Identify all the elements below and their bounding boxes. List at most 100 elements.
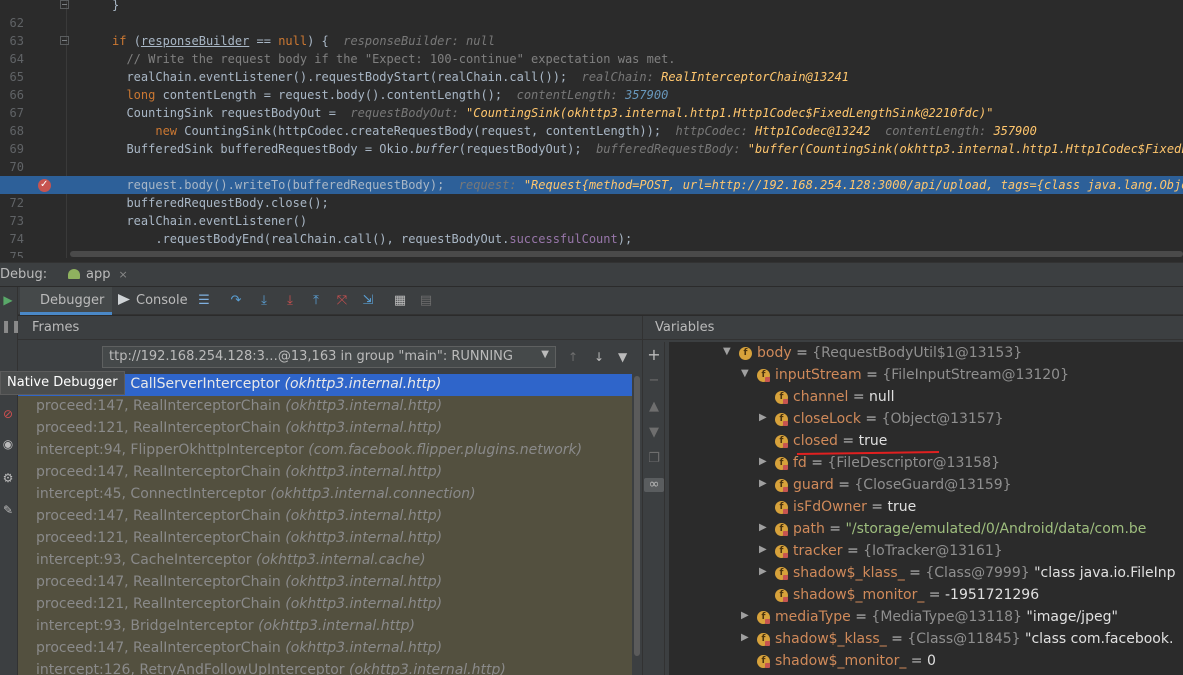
frame-item[interactable]: proceed:121, RealInterceptorChain (okhtt… xyxy=(18,528,632,550)
frame-item[interactable]: proceed:121, RealInterceptorChain (okhtt… xyxy=(18,418,632,440)
frame-item[interactable]: intercept:93, CacheInterceptor (okhttp3.… xyxy=(18,550,632,572)
mute-breakpoints-icon[interactable]: ⊘ xyxy=(1,407,15,421)
camera-icon[interactable]: ◉ xyxy=(1,437,15,451)
variable-row[interactable]: ▶ f shadow$_klass_ = {Class@7999} "class j… xyxy=(669,563,1183,585)
pause-icon[interactable]: ❚❚ xyxy=(1,319,21,333)
frame-item[interactable]: proceed:147, RealInterceptorChain (okhtt… xyxy=(18,572,632,594)
variable-row[interactable]: ▶ f path = "/storage/emulated/0/Android/da… xyxy=(669,519,1183,541)
line-number[interactable]: 64 xyxy=(0,50,24,68)
variable-row[interactable]: f isFdOwner = true xyxy=(669,497,1183,519)
code-line[interactable]: 64 // Write the request body if the "Exp… xyxy=(0,50,1183,68)
variables-tree[interactable]: ▼ f body = {RequestBodyUtil$1@13153} ▼ f inpu… xyxy=(669,342,1183,675)
filter-icon[interactable]: ▼ xyxy=(618,350,627,364)
copy-icon[interactable]: ❐ xyxy=(647,452,661,466)
variable-row[interactable]: ▶ f mediaType = {MediaType@13118} "image/j… xyxy=(669,607,1183,629)
trace-icon[interactable]: ▤ xyxy=(418,293,434,309)
line-number[interactable]: 70 xyxy=(0,158,24,176)
code-line[interactable]: 69 BufferedSink bufferedRequestBody = Ok… xyxy=(0,140,1183,158)
add-watch-icon[interactable]: + xyxy=(647,347,661,363)
expand-right-icon[interactable]: ▶ xyxy=(741,632,751,643)
pin-icon[interactable]: ✎ xyxy=(1,503,15,517)
line-number[interactable]: 67 xyxy=(0,104,24,122)
frame-item[interactable]: proceed:147, RealInterceptorChain (okhtt… xyxy=(18,396,632,418)
expand-right-icon[interactable]: ▶ xyxy=(759,478,769,489)
arrow-down-icon[interactable]: ↓ xyxy=(594,350,604,364)
fold-icon[interactable] xyxy=(60,36,69,45)
line-number[interactable]: 68 xyxy=(0,122,24,140)
scrollbar-thumb[interactable] xyxy=(70,251,1183,257)
tab-console[interactable]: Console xyxy=(110,287,196,315)
breakpoint-icon[interactable] xyxy=(38,176,51,194)
frame-item[interactable]: intercept:93, BridgeInterceptor (okhttp3… xyxy=(18,616,632,638)
frame-item[interactable]: intercept:94, FlipperOkhttpInterceptor (… xyxy=(18,440,632,462)
variable-row[interactable]: ▶ f closeLock = {Object@13157} xyxy=(669,409,1183,431)
code-line[interactable]: 74 .requestBodyEnd(realChain.call(), req… xyxy=(0,230,1183,248)
frames-scrollbar[interactable] xyxy=(632,374,642,675)
line-number[interactable]: 72 xyxy=(0,194,24,212)
debug-session-tab-app[interactable]: app × xyxy=(60,263,136,287)
frame-item[interactable]: proceed:121, RealInterceptorChain (okhtt… xyxy=(18,594,632,616)
line-number[interactable]: 75 xyxy=(0,248,24,258)
show-watches-icon[interactable]: ∞ xyxy=(644,478,664,492)
expand-right-icon[interactable]: ▶ xyxy=(759,544,769,555)
code-line[interactable]: 68 new CountingSink(httpCodec.createRequ… xyxy=(0,122,1183,140)
expand-down-icon[interactable]: ▼ xyxy=(723,346,733,357)
variable-row[interactable]: f closed = true xyxy=(669,431,1183,453)
variable-row[interactable]: f shadow$_monitor_ = -1951721296 xyxy=(669,585,1183,607)
run-to-cursor-icon[interactable]: ⇲ xyxy=(360,293,376,309)
code-line-current[interactable]: request.body().writeTo(bufferedRequestBo… xyxy=(0,176,1183,194)
line-number[interactable]: 66 xyxy=(0,86,24,104)
code-line[interactable]: 65 realChain.eventListener().requestBody… xyxy=(0,68,1183,86)
code-line[interactable]: 62 xyxy=(0,14,1183,32)
code-line[interactable]: 70 xyxy=(0,158,1183,176)
move-down-icon[interactable]: ▼ xyxy=(647,426,661,440)
frame-item[interactable]: intercept:45, ConnectInterceptor (okhttp… xyxy=(18,484,632,506)
line-number[interactable]: 63 xyxy=(0,32,24,50)
variable-row[interactable]: ▶ f guard = {CloseGuard@13159} xyxy=(669,475,1183,497)
close-icon[interactable]: × xyxy=(118,268,127,281)
variable-row[interactable]: ▼ f inputStream = {FileInputStream@13120} xyxy=(669,365,1183,387)
variable-row[interactable]: ▶ f shadow$_klass_ = {Class@11845} "class … xyxy=(669,629,1183,651)
frame-item[interactable]: proceed:147, RealInterceptorChain (okhtt… xyxy=(18,462,632,484)
line-number[interactable]: 74 xyxy=(0,230,24,248)
expand-right-icon[interactable]: ▶ xyxy=(759,412,769,423)
expand-right-icon[interactable]: ▶ xyxy=(759,566,769,577)
force-step-into-icon[interactable]: ⤓ xyxy=(282,293,298,309)
code-line[interactable]: 72 bufferedRequestBody.close(); xyxy=(0,194,1183,212)
code-line[interactable]: } xyxy=(0,0,1183,14)
editor-horizontal-scrollbar[interactable] xyxy=(70,250,1183,258)
frame-item[interactable]: proceed:147, RealInterceptorChain (okhtt… xyxy=(18,506,632,528)
code-editor[interactable]: } 62 63 if (responseBuilder == null) { resp… xyxy=(0,0,1183,258)
move-up-icon[interactable]: ▲ xyxy=(647,400,661,414)
tab-debugger[interactable]: Debugger xyxy=(20,287,113,315)
resume-icon[interactable]: ▶ xyxy=(1,293,15,307)
arrow-up-icon[interactable]: ↑ xyxy=(568,350,578,364)
frame-item[interactable]: intercept:126, RetryAndFollowUpIntercept… xyxy=(18,660,632,675)
drop-frame-icon[interactable]: ⤧ xyxy=(334,293,350,309)
evaluate-expression-icon[interactable]: ▦ xyxy=(392,293,408,309)
line-number[interactable]: 69 xyxy=(0,140,24,158)
variable-row[interactable]: ▼ f body = {RequestBodyUtil$1@13153} xyxy=(669,343,1183,365)
show-execution-point-icon[interactable]: ☰ xyxy=(196,293,212,309)
step-into-icon[interactable]: ⤓ xyxy=(256,293,272,309)
variable-row[interactable]: f channel = null xyxy=(669,387,1183,409)
step-over-icon[interactable]: ↷ xyxy=(228,293,244,309)
step-out-icon[interactable]: ⤒ xyxy=(308,293,324,309)
expand-right-icon[interactable]: ▶ xyxy=(741,610,751,621)
line-number[interactable]: 65 xyxy=(0,68,24,86)
frame-item[interactable]: proceed:147, RealInterceptorChain (okhtt… xyxy=(18,638,632,660)
expand-right-icon[interactable]: ▶ xyxy=(759,456,769,467)
expand-down-icon[interactable]: ▼ xyxy=(741,368,751,379)
code-line[interactable]: 63 if (responseBuilder == null) { respons… xyxy=(0,32,1183,50)
remove-watch-icon[interactable]: − xyxy=(647,374,661,388)
fold-icon[interactable] xyxy=(60,0,69,9)
variable-row[interactable]: f shadow$_monitor_ = 0 xyxy=(669,651,1183,673)
thread-dropdown[interactable]: ttp://192.168.254.128:3…@13,163 in group… xyxy=(102,346,556,368)
scrollbar-thumb[interactable] xyxy=(634,376,640,656)
variable-row[interactable]: ▶ f tracker = {IoTracker@13161} xyxy=(669,541,1183,563)
code-line[interactable]: 66 long contentLength = request.body().c… xyxy=(0,86,1183,104)
code-line[interactable]: 67 CountingSink requestBodyOut = request… xyxy=(0,104,1183,122)
line-number[interactable]: 62 xyxy=(0,14,24,32)
expand-right-icon[interactable]: ▶ xyxy=(759,522,769,533)
code-line[interactable]: 73 realChain.eventListener() xyxy=(0,212,1183,230)
